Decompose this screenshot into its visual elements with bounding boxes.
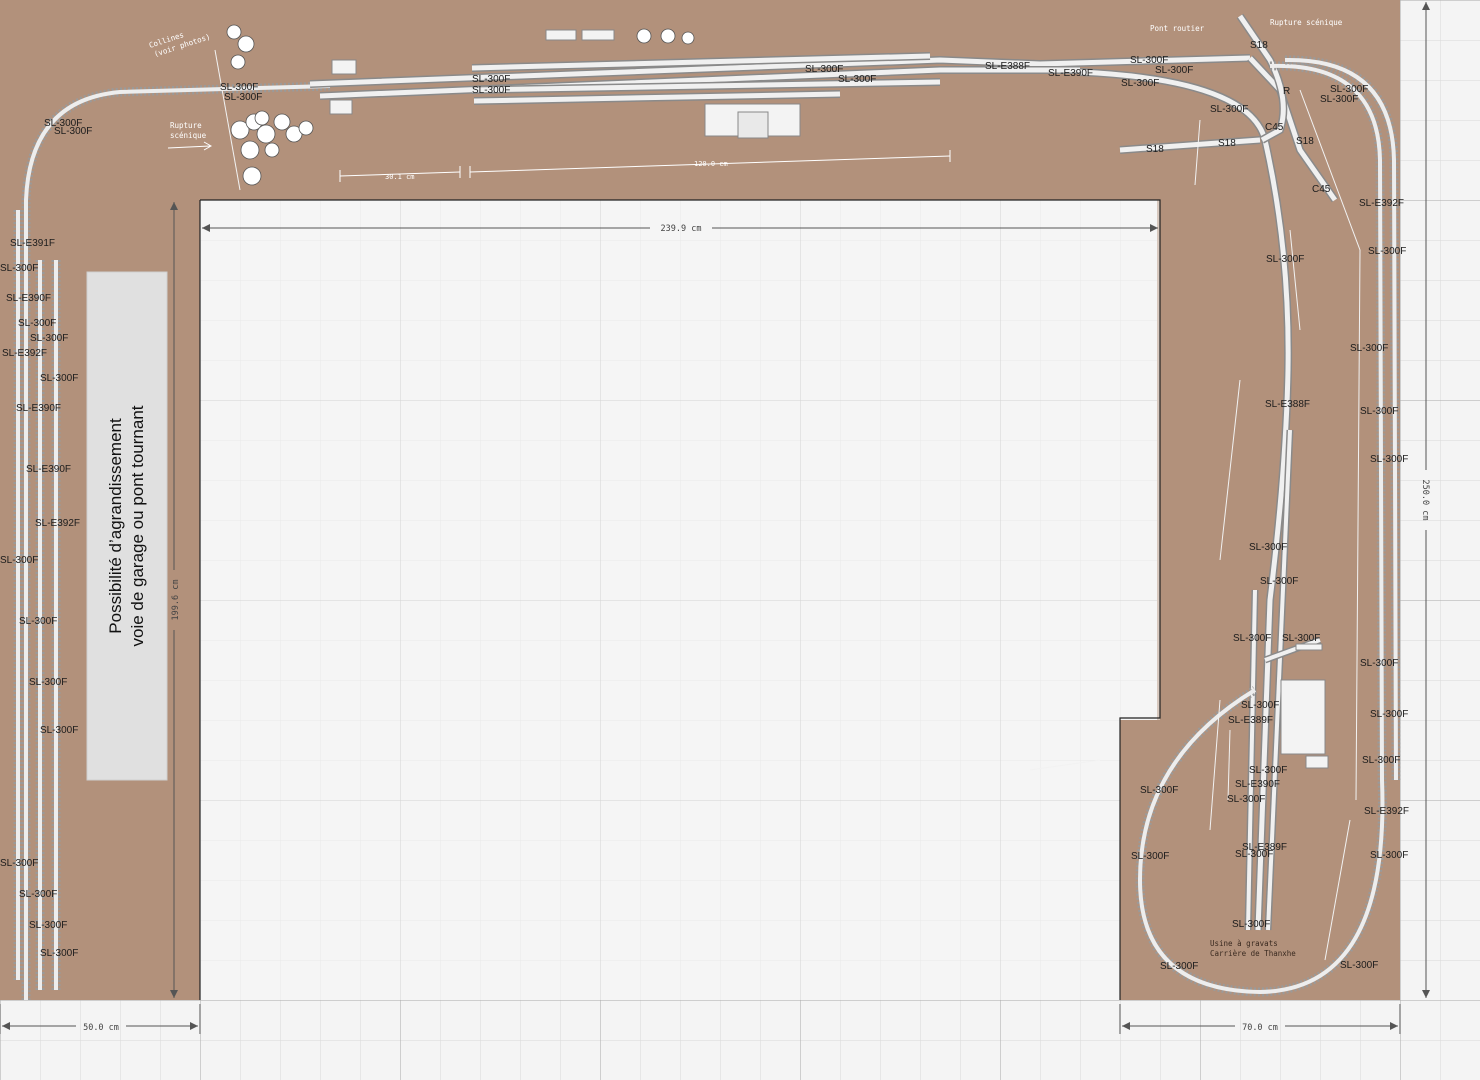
label-sl300: SL-300F [1233,633,1271,644]
label-sl300: SL-300F [0,555,38,566]
extension-note-line1: Possibilité d’agrandissement [106,418,125,634]
dim-70cm: 70.0 cm [1242,1023,1278,1033]
label-sl300: SL-300F [54,126,92,137]
dim-250cm: 250.0 cm [1420,480,1430,521]
label-e392: SL-E392F [1364,806,1409,817]
label-sl300: SL-300F [1235,849,1273,860]
label-sl300: SL-300F [1155,65,1193,76]
dim-199cm: 199.6 cm [171,580,181,621]
label-sl300: SL-300F [0,263,38,274]
factory-building [1280,679,1326,755]
label-sl300: SL-300F [40,948,78,959]
label-sl300: SL-300F [29,677,67,688]
label-sl300: SL-300F [838,74,876,85]
label-sl300: SL-300F [1282,633,1320,644]
label-sl300: SL-300F [30,333,68,344]
label-sl300: SL-300F [40,725,78,736]
label-e390: SL-E390F [16,403,61,414]
label-sl300: SL-300F [1266,254,1304,265]
label-e390: SL-E390F [26,464,71,475]
label-s18: S18 [1146,144,1164,155]
inner-floor [200,200,1160,1000]
label-sl300: SL-300F [1249,765,1287,776]
label-sl300: SL-300F [1362,755,1400,766]
label-e388: SL-E388F [1265,399,1310,410]
label-s18: S18 [1250,40,1268,51]
extension-note-line2: voie de garage ou pont tournant [128,405,147,646]
note-carriere: Carrière de Thanxhe [1210,949,1296,958]
note-usine: Usine à gravats [1210,939,1278,948]
label-sl300: SL-300F [472,85,510,96]
label-sl300: SL-300F [1249,542,1287,553]
label-sl300: SL-300F [1260,576,1298,587]
label-sl300: SL-300F [19,616,57,627]
dim-30cm: 30.1 cm [385,173,415,181]
label-sl300: SL-300F [1360,406,1398,417]
label-s18: S18 [1296,136,1314,147]
note-rupture-left-2: scénique [170,131,207,140]
label-sl300: SL-300F [1370,850,1408,861]
label-e389: SL-E389F [1228,715,1273,726]
label-e392: SL-E392F [1359,198,1404,209]
note-pont-routier: Pont routier [1150,24,1205,33]
label-sl300: SL-300F [40,373,78,384]
label-e392: SL-E392F [35,518,80,529]
label-e390: SL-E390F [6,293,51,304]
label-sl300: SL-300F [224,92,262,103]
label-sl300: SL-300F [18,318,56,329]
label-sl300: SL-300F [1370,454,1408,465]
dim-50cm: 50.0 cm [83,1023,119,1033]
layout-plan: Possibilité d’agrandissement voie de gar… [0,0,1480,1080]
label-c45: C45 [1312,184,1331,195]
note-rupture-right: Rupture scénique [1270,18,1343,27]
label-sl300: SL-300F [1232,919,1270,930]
label-sl300: SL-300F [1360,658,1398,669]
label-sl300: SL-300F [1241,700,1279,711]
label-sl300: SL-300F [29,920,67,931]
label-e388: SL-E388F [985,61,1030,72]
label-sl300: SL-300F [1160,961,1198,972]
label-sl300: SL-300F [472,74,510,85]
label-sl300: SL-300F [1121,78,1159,89]
label-sl300: SL-300F [1131,851,1169,862]
label-sl300: SL-300F [1368,246,1406,257]
label-sl300: SL-300F [1140,785,1178,796]
dim-120cm: 120.0 cm [694,160,728,168]
label-sl300: SL-300F [1340,960,1378,971]
note-rupture-left: Rupture [170,121,202,130]
label-c45: C45 [1265,122,1284,133]
label-e390: SL-E390F [1235,779,1280,790]
label-e390: SL-E390F [1048,68,1093,79]
label-sl300: SL-300F [1210,104,1248,115]
label-sl300: SL-300F [1350,343,1388,354]
label-sl300: SL-300F [1227,794,1265,805]
label-sl300: SL-300F [1370,709,1408,720]
label-e391: SL-E391F [10,238,55,249]
extension-area [86,271,168,781]
label-sl300: SL-300F [1320,94,1358,105]
label-sl300: SL-300F [0,858,38,869]
label-s18: S18 [1218,138,1236,149]
label-sl300: SL-300F [19,889,57,900]
label-e392: SL-E392F [2,348,47,359]
label-r: R [1283,86,1290,97]
dim-239cm: 239.9 cm [661,224,702,234]
